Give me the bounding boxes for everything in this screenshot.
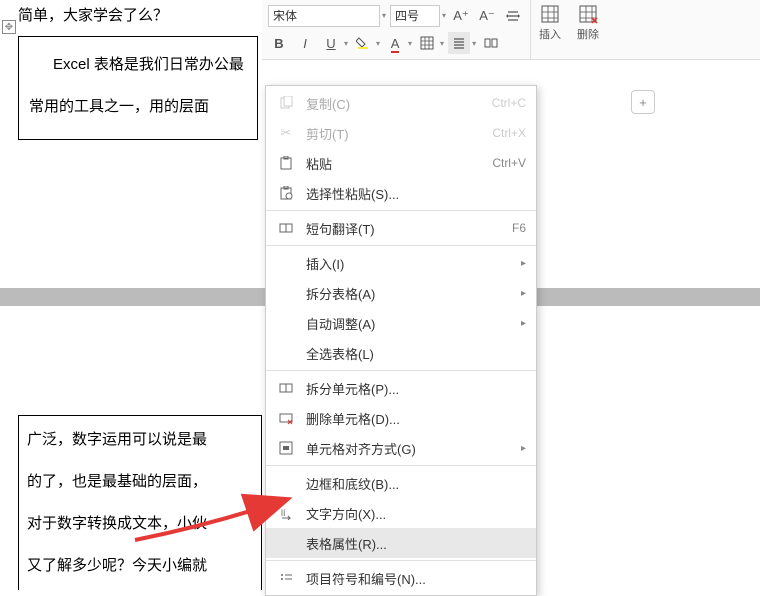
- menu-table-properties[interactable]: 表格属性(R)...: [266, 528, 536, 558]
- line-spacing-icon[interactable]: [502, 5, 524, 27]
- menu-split-cell[interactable]: 拆分单元格(P)...: [266, 373, 536, 403]
- text-direction-icon: lí: [276, 503, 296, 523]
- table-text: 广泛，数字运用可以说是最: [27, 426, 253, 454]
- menu-cell-align[interactable]: 单元格对齐方式(G) ▸: [266, 433, 536, 463]
- table-cell[interactable]: Excel 表格是我们日常办公最 常用的工具之一，用的层面: [18, 36, 258, 140]
- paste-icon: [276, 153, 296, 173]
- table-cell[interactable]: 广泛，数字运用可以说是最 的了，也是最基础的层面， 对于数字转换成文本，小伙 又…: [18, 415, 262, 590]
- add-column-button[interactable]: +: [631, 90, 655, 114]
- page-break-bar: [536, 288, 760, 306]
- ribbon-toolbar: ▾ ▾ A⁺ A⁻ B I U ▾ ▾ A ▾ ▾: [262, 0, 760, 60]
- menu-insert[interactable]: 插入(I) ▸: [266, 248, 536, 278]
- paste-special-icon: [276, 183, 296, 203]
- table-move-handle[interactable]: ✥: [2, 20, 16, 34]
- chevron-right-icon: ▸: [521, 318, 526, 329]
- translate-icon: [276, 218, 296, 238]
- chevron-down-icon[interactable]: ▾: [440, 39, 444, 48]
- align-button[interactable]: [448, 32, 470, 54]
- delete-cell-icon: [276, 408, 296, 428]
- font-size-select[interactable]: [390, 5, 440, 27]
- table-text: 常用的工具之一，用的层面: [29, 93, 247, 121]
- chevron-down-icon[interactable]: ▾: [382, 11, 386, 20]
- table-text: 的了，也是最基础的层面，: [27, 468, 253, 496]
- menu-separator: [266, 245, 536, 246]
- cut-icon: ✂: [276, 123, 296, 143]
- bullets-icon: [276, 568, 296, 588]
- menu-copy: 复制(C) Ctrl+C: [266, 88, 536, 118]
- split-cell-icon: [276, 378, 296, 398]
- chevron-down-icon[interactable]: ▾: [408, 39, 412, 48]
- table-icon[interactable]: [416, 32, 438, 54]
- delete-button[interactable]: 删除: [569, 0, 607, 59]
- underline-button[interactable]: U: [320, 32, 342, 54]
- increase-font-icon[interactable]: A⁺: [450, 5, 472, 27]
- table-text: 又了解多少呢？今天小编就: [27, 552, 253, 580]
- italic-button[interactable]: I: [294, 32, 316, 54]
- decrease-font-icon[interactable]: A⁻: [476, 5, 498, 27]
- blank-icon: [276, 283, 296, 303]
- menu-separator: [266, 465, 536, 466]
- align-icon: [276, 438, 296, 458]
- chevron-down-icon[interactable]: ▾: [344, 39, 348, 48]
- font-color-button[interactable]: A: [384, 32, 406, 54]
- highlight-color-button[interactable]: [352, 32, 374, 54]
- menu-border-shading[interactable]: 边框和底纹(B)...: [266, 468, 536, 498]
- table-text: Excel 表格是我们日常办公最: [29, 51, 247, 79]
- table-text: 对于数字转换成文本，小伙: [27, 510, 253, 538]
- insert-button[interactable]: 插入: [531, 0, 569, 59]
- blank-icon: [276, 343, 296, 363]
- menu-split-table[interactable]: 拆分表格(A) ▸: [266, 278, 536, 308]
- font-name-select[interactable]: [268, 5, 380, 27]
- menu-paste[interactable]: 粘贴 Ctrl+V: [266, 148, 536, 178]
- menu-select-all-table[interactable]: 全选表格(L): [266, 338, 536, 368]
- context-menu: 复制(C) Ctrl+C ✂ 剪切(T) Ctrl+X 粘贴 Ctrl+V 选择…: [265, 85, 537, 596]
- blank-icon: [276, 473, 296, 493]
- document-area-2: 广泛，数字运用可以说是最 的了，也是最基础的层面， 对于数字转换成文本，小伙 又…: [18, 415, 264, 590]
- menu-separator: [266, 560, 536, 561]
- chevron-right-icon: ▸: [521, 258, 526, 269]
- chevron-down-icon[interactable]: ▾: [472, 39, 476, 48]
- menu-cut: ✂ 剪切(T) Ctrl+X: [266, 118, 536, 148]
- menu-bullets-numbering[interactable]: 项目符号和编号(N)...: [266, 563, 536, 593]
- menu-separator: [266, 210, 536, 211]
- bold-button[interactable]: B: [268, 32, 290, 54]
- menu-paste-special[interactable]: 选择性粘贴(S)...: [266, 178, 536, 208]
- page-break-bar: [0, 288, 265, 306]
- chevron-right-icon: ▸: [521, 443, 526, 454]
- blank-icon: [276, 253, 296, 273]
- menu-text-direction[interactable]: lí 文字方向(X)...: [266, 498, 536, 528]
- menu-auto-fit[interactable]: 自动调整(A) ▸: [266, 308, 536, 338]
- menu-separator: [266, 370, 536, 371]
- chevron-down-icon[interactable]: ▾: [442, 11, 446, 20]
- delete-label: 删除: [577, 26, 599, 42]
- chevron-down-icon[interactable]: ▾: [376, 39, 380, 48]
- svg-text:lí: lí: [281, 508, 286, 518]
- blank-icon: [276, 313, 296, 333]
- chevron-right-icon: ▸: [521, 288, 526, 299]
- copy-icon: [276, 93, 296, 113]
- insert-label: 插入: [539, 26, 561, 42]
- menu-translate[interactable]: 短句翻译(T) F6: [266, 213, 536, 243]
- merge-cells-icon[interactable]: [480, 32, 502, 54]
- menu-delete-cell[interactable]: 删除单元格(D)...: [266, 403, 536, 433]
- doc-text-line: 简单，大家学会了么？: [18, 2, 262, 30]
- blank-icon: [276, 533, 296, 553]
